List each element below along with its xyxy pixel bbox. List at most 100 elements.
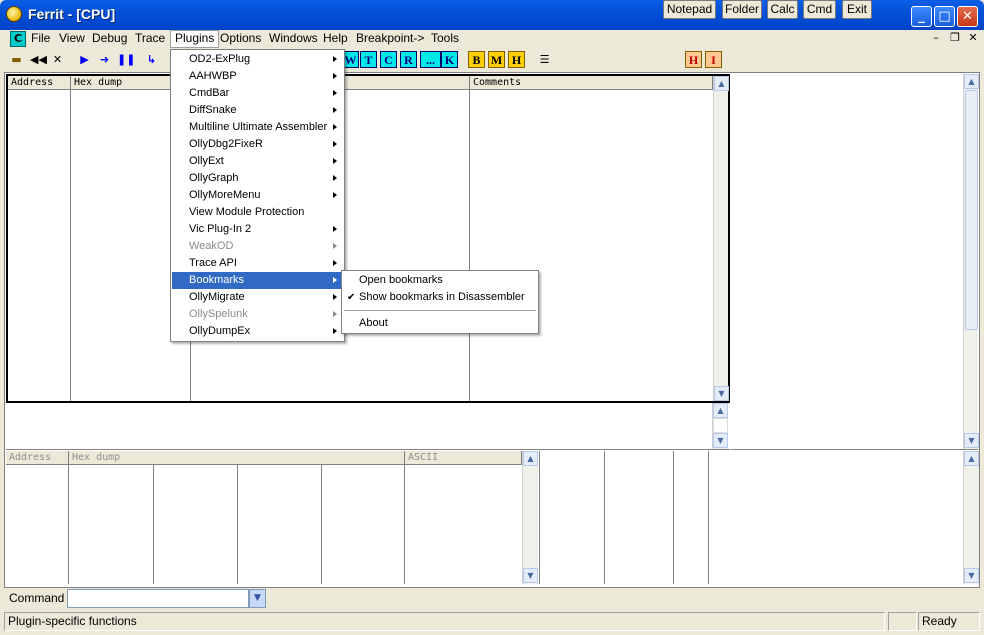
plugin-menu-item[interactable]: OllySpelunk: [172, 306, 343, 323]
menu-bar: C File View Debug Trace Plugins Options …: [4, 30, 980, 48]
disassembler-pane[interactable]: Address Hex dump Comments ▲ ▼: [6, 74, 730, 403]
menu-help[interactable]: Help: [319, 30, 352, 48]
folder-button[interactable]: Folder: [722, 0, 762, 19]
stack-pane[interactable]: ▲ ▼: [539, 451, 979, 584]
mdi-minimize-icon[interactable]: –: [928, 31, 944, 46]
menu-plugins[interactable]: Plugins: [170, 30, 220, 48]
app-icon[interactable]: [6, 6, 22, 22]
submenu-arrow-icon: [333, 73, 337, 79]
scroll-up-icon[interactable]: ▲: [964, 451, 979, 466]
command-input[interactable]: [67, 589, 249, 608]
menu-item-show-bookmarks[interactable]: ✔ Show bookmarks in Disassembler: [343, 289, 537, 306]
cpu-window-icon[interactable]: C: [10, 31, 26, 47]
plugin-menu-item[interactable]: AAHWBP: [172, 68, 343, 85]
toolbar-h-button[interactable]: H: [508, 51, 525, 68]
menu-item-about[interactable]: About: [343, 315, 537, 332]
scroll-up-icon[interactable]: ▲: [713, 403, 728, 418]
plugin-menu-item[interactable]: OD2-ExPlug: [172, 51, 343, 68]
plugin-menu-item[interactable]: OllyDumpEx: [172, 323, 343, 340]
scroll-down-icon[interactable]: ▼: [523, 568, 538, 583]
plugin-menu-item[interactable]: OllyMigrate: [172, 289, 343, 306]
scroll-thumb[interactable]: [965, 90, 978, 330]
plugin-menu-item-label: OD2-ExPlug: [189, 53, 251, 65]
menu-debug[interactable]: Debug: [88, 30, 131, 48]
toolbar-h-red-button[interactable]: H: [685, 51, 702, 68]
toolbar-k-button[interactable]: K: [441, 51, 458, 68]
menu-trace[interactable]: Trace: [131, 30, 169, 48]
registers-scrollbar[interactable]: ▲ ▼: [963, 74, 979, 449]
menu-tools[interactable]: Tools: [427, 30, 463, 48]
scroll-track[interactable]: [713, 418, 728, 433]
plugin-menu-item[interactable]: Multiline Ultimate Assembler: [172, 119, 343, 136]
plugin-menu-item[interactable]: OllyGraph: [172, 170, 343, 187]
toolbar-r-button[interactable]: R: [400, 51, 417, 68]
close-program-icon[interactable]: ✕: [49, 51, 66, 68]
submenu-arrow-icon: [333, 226, 337, 232]
menu-item-open-bookmarks[interactable]: Open bookmarks: [343, 272, 537, 289]
stack-scrollbar[interactable]: ▲ ▼: [963, 451, 979, 584]
scroll-up-icon[interactable]: ▲: [964, 74, 979, 89]
plugin-menu-item[interactable]: WeakOD: [172, 238, 343, 255]
scroll-down-icon[interactable]: ▼: [964, 433, 979, 448]
scroll-up-icon[interactable]: ▲: [714, 76, 729, 91]
scroll-down-icon[interactable]: ▼: [713, 433, 728, 448]
toolbar-m-button[interactable]: M: [488, 51, 505, 68]
calc-button[interactable]: Calc: [767, 0, 798, 19]
menu-options[interactable]: Options: [216, 30, 265, 48]
dump-scrollbar[interactable]: ▲ ▼: [522, 451, 538, 584]
menu-breakpoint[interactable]: Breakpoint->: [352, 30, 428, 48]
plugin-menu-item[interactable]: OllyDbg2FixeR: [172, 136, 343, 153]
mdi-restore-icon[interactable]: ❐: [947, 31, 963, 46]
menu-view[interactable]: View: [55, 30, 89, 48]
notepad-button[interactable]: Notepad: [663, 0, 716, 19]
step-into-icon[interactable]: ↳: [143, 51, 160, 68]
toolbar-c-button[interactable]: C: [380, 51, 397, 68]
col-header-address[interactable]: Address: [6, 451, 69, 465]
cmd-button[interactable]: Cmd: [803, 0, 836, 19]
menu-file[interactable]: File: [27, 30, 54, 48]
open-file-icon[interactable]: ▬: [8, 51, 25, 68]
plugin-menu-item[interactable]: DiffSnake: [172, 102, 343, 119]
plugin-menu-item[interactable]: OllyExt: [172, 153, 343, 170]
col-header-comments[interactable]: Comments: [470, 76, 713, 90]
run-icon[interactable]: ▶: [76, 51, 93, 68]
scroll-down-icon[interactable]: ▼: [964, 568, 979, 583]
window-title: Ferrit - [CPU]: [28, 6, 116, 22]
mdi-close-icon[interactable]: ✕: [965, 31, 981, 46]
info-scrollbar[interactable]: ▲ ▼: [712, 403, 728, 449]
command-dropdown-button[interactable]: ▼: [249, 589, 266, 608]
plugin-menu-item[interactable]: View Module Protection: [172, 204, 343, 221]
plugin-menu-item-label: CmdBar: [189, 87, 230, 99]
toolbar-i-button[interactable]: I: [705, 51, 722, 68]
plugin-menu-item[interactable]: OllyMoreMenu: [172, 187, 343, 204]
col-header-address[interactable]: Address: [8, 76, 71, 90]
disasm-scrollbar[interactable]: ▲ ▼: [713, 76, 729, 401]
scroll-up-icon[interactable]: ▲: [523, 451, 538, 466]
pause-icon[interactable]: ❚❚: [116, 51, 135, 68]
plugin-menu-item[interactable]: CmdBar: [172, 85, 343, 102]
run-thread-icon[interactable]: ➜: [96, 51, 113, 68]
plugin-menu-item[interactable]: Trace API: [172, 255, 343, 272]
list-icon[interactable]: ☰: [536, 51, 553, 68]
dump-pane[interactable]: Address Hex dump ASCII ▲ ▼: [6, 451, 538, 584]
exit-button[interactable]: Exit: [842, 0, 872, 19]
minimize-button[interactable]: _: [911, 6, 932, 27]
col-header-hexdump[interactable]: Hex dump: [69, 451, 405, 465]
plugin-menu-item[interactable]: Vic Plug-In 2: [172, 221, 343, 238]
registers-pane[interactable]: ▲ ▼: [731, 74, 979, 450]
column-divider: [70, 90, 71, 401]
toolbar-dots-button[interactable]: ...: [420, 51, 441, 68]
plugin-menu-item-label: Trace API: [189, 257, 237, 269]
plugin-menu-item[interactable]: Bookmarks: [172, 272, 343, 289]
toolbar-t-button[interactable]: T: [360, 51, 377, 68]
col-header-ascii[interactable]: ASCII: [405, 451, 522, 465]
restart-icon[interactable]: ◀◀: [29, 51, 47, 68]
column-divider: [68, 465, 69, 584]
toolbar-b-button[interactable]: B: [468, 51, 485, 68]
close-button[interactable]: ✕: [957, 6, 978, 27]
menu-windows[interactable]: Windows: [265, 30, 322, 48]
column-divider: [321, 465, 322, 584]
scroll-down-icon[interactable]: ▼: [714, 386, 729, 401]
column-divider: [673, 451, 674, 584]
maximize-button[interactable]: □: [934, 6, 955, 27]
